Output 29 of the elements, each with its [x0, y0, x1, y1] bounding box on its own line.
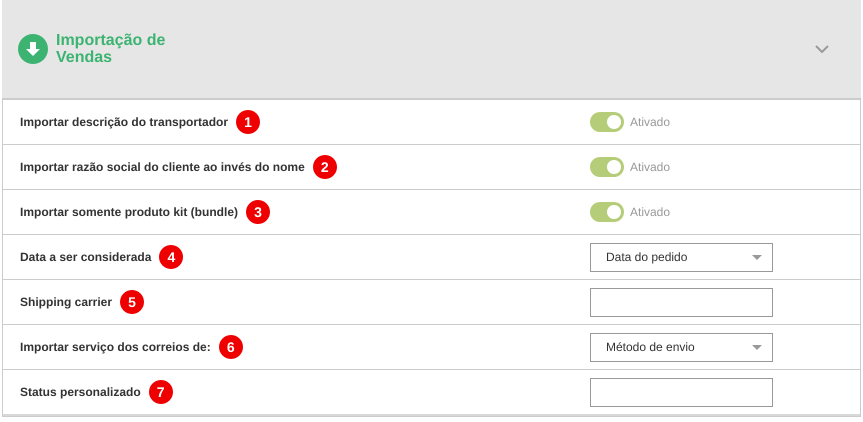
setting-label: Importar descrição do transportador [20, 115, 228, 129]
panel-title: Importação de Vendas [56, 32, 166, 66]
caret-icon [752, 254, 762, 260]
setting-label: Importar serviço dos correios de: [20, 340, 211, 354]
toggle-switch[interactable] [590, 157, 624, 177]
number-badge: 7 [148, 380, 173, 404]
setting-label: Importar razão social do cliente ao invés do nome [20, 160, 305, 174]
setting-label: Importar somente produto kit (bundle) [20, 205, 238, 219]
caret-icon [752, 344, 762, 350]
number-badge: 1 [236, 110, 260, 134]
toggle-state-label: Ativado [630, 115, 670, 129]
setting-label: Status personalizado [20, 385, 141, 399]
number-badge: 5 [120, 290, 144, 314]
text-input[interactable] [590, 288, 773, 316]
setting-label: Shipping carrier [20, 295, 112, 309]
text-input[interactable] [590, 378, 773, 406]
chevron-icon[interactable] [815, 44, 829, 54]
toggle-state-label: Ativado [630, 205, 670, 219]
number-badge: 6 [218, 335, 243, 359]
dropdown-select[interactable]: Data do pedido [590, 242, 773, 272]
toggle-switch[interactable] [590, 112, 624, 132]
setting-label: Data a ser considerada [20, 250, 152, 264]
toggle-state-label: Ativado [630, 160, 670, 174]
dropdown-select[interactable]: Método de envio [590, 332, 773, 362]
number-badge: 4 [159, 245, 184, 269]
number-badge: 2 [312, 155, 337, 179]
download-icon [18, 34, 48, 64]
number-badge: 3 [246, 200, 270, 224]
toggle-switch[interactable] [590, 202, 624, 222]
